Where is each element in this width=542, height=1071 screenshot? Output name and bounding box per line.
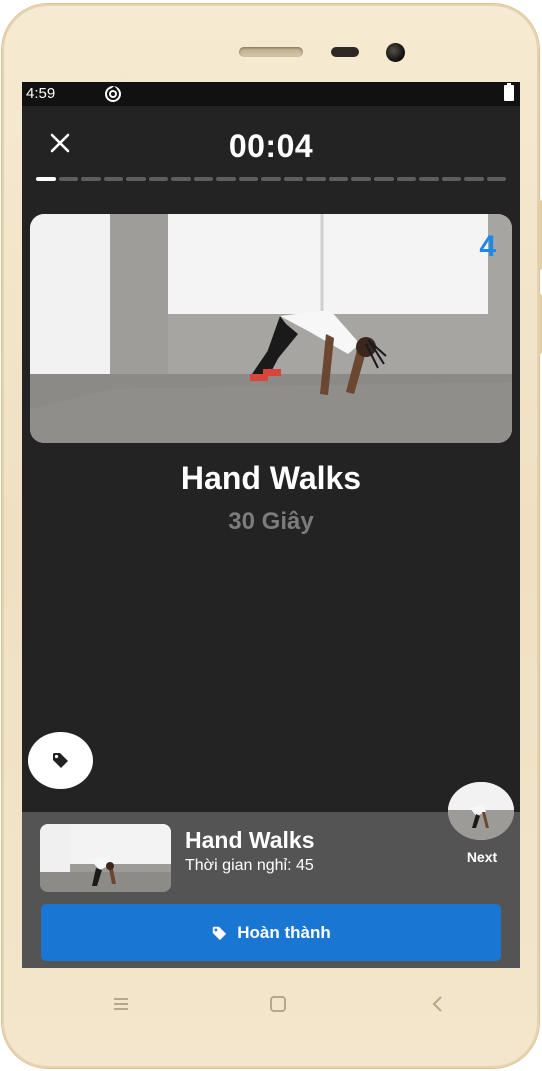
- progress-segment: [238, 177, 259, 181]
- progress-segment: [216, 177, 236, 181]
- next-exercise-preview: [448, 782, 514, 840]
- progress-segment: [103, 177, 124, 181]
- back-icon[interactable]: [428, 994, 448, 1014]
- progress-segment: [441, 177, 462, 181]
- exercise-video[interactable]: [30, 214, 512, 443]
- battery-icon: [504, 83, 514, 101]
- progress-segment: [148, 177, 169, 181]
- progress-segment: [306, 177, 326, 181]
- power-button: [538, 294, 542, 354]
- rep-counter: 4: [479, 230, 496, 263]
- progress-segment: [283, 177, 304, 181]
- app-screen: 4:59 00:04 4 Hand Walks 30 Giây Hand Wal…: [22, 82, 520, 968]
- progress-segment: [171, 177, 191, 181]
- earpiece-speaker: [239, 47, 303, 57]
- rest-time-label: Thời gian nghỉ: 45: [185, 857, 314, 874]
- next-exercise-panel: Hand Walks Thời gian nghỉ: 45 Hoàn thành: [22, 812, 520, 968]
- tag-icon: [213, 926, 227, 940]
- progress-segment: [373, 177, 394, 181]
- next-exercise-name: Hand Walks: [185, 827, 315, 853]
- menu-icon[interactable]: [111, 994, 131, 1014]
- volume-button: [538, 200, 542, 270]
- complete-button[interactable]: Hoàn thành: [41, 904, 501, 961]
- tag-icon: [53, 753, 68, 768]
- exercise-name: Hand Walks: [180, 460, 362, 496]
- home-icon[interactable]: [268, 994, 288, 1014]
- next-label: Next: [466, 849, 498, 865]
- progress-segment: [261, 177, 281, 181]
- workout-progress-bar: [36, 177, 507, 182]
- complete-button-label: Hoàn thành: [237, 922, 331, 942]
- progress-segment: [419, 177, 439, 181]
- exercise-duration: 30 Giây: [228, 508, 314, 535]
- progress-segment: [58, 177, 79, 181]
- proximity-sensor: [331, 47, 359, 57]
- progress-segment: [396, 177, 417, 181]
- status-bar: 4:59: [22, 82, 520, 106]
- progress-segment: [193, 177, 214, 181]
- progress-segment: [36, 177, 56, 181]
- progress-segment: [81, 177, 101, 181]
- progress-segment: [464, 177, 484, 181]
- tag-button[interactable]: [28, 732, 93, 789]
- workout-timer: 00:04: [228, 128, 314, 164]
- progress-segment: [328, 177, 349, 181]
- progress-segment: [486, 177, 507, 181]
- progress-segment: [351, 177, 371, 181]
- next-exercise-thumbnail[interactable]: [40, 824, 171, 892]
- progress-segment: [126, 177, 146, 181]
- next-button[interactable]: [448, 782, 514, 840]
- status-time: 4:59: [26, 85, 56, 102]
- sync-status-icon: [105, 85, 121, 102]
- front-camera: [386, 43, 405, 62]
